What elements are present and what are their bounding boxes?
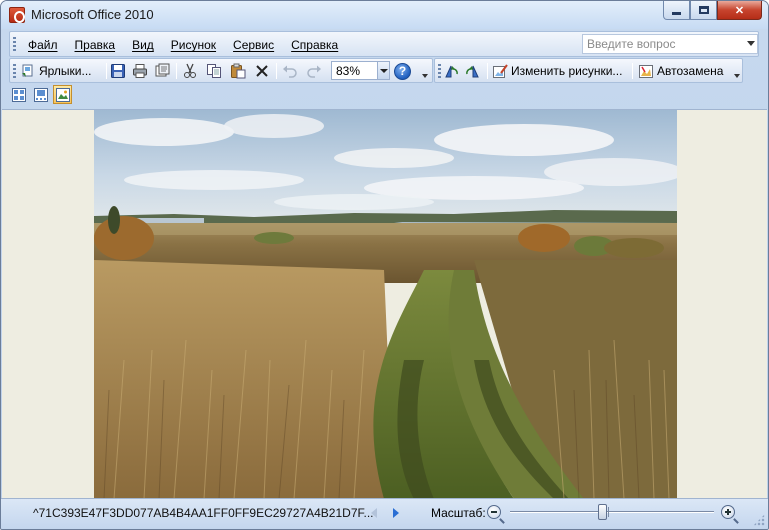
help-button[interactable]: ? <box>394 62 411 80</box>
toolbar-grip[interactable] <box>438 64 441 78</box>
minimize-button[interactable] <box>663 1 690 20</box>
status-bar: ^71C393E47F3DD077AB4B4AA1FF0FF9EC29727A4… <box>1 498 768 529</box>
ask-dropdown-icon[interactable] <box>747 41 755 46</box>
toolbar-grip[interactable] <box>13 64 16 78</box>
shortcuts-label: Ярлыки... <box>39 64 92 78</box>
picture-viewport <box>2 109 767 499</box>
print-icon <box>132 63 148 79</box>
copy-button[interactable] <box>206 62 222 80</box>
menu-picture[interactable]: Рисунок <box>171 38 216 52</box>
redo-icon <box>306 63 322 79</box>
slider-center-tick <box>608 507 609 517</box>
autocorrect-label: Автозамена <box>657 64 724 78</box>
help-icon: ? <box>394 62 411 80</box>
paste-button[interactable] <box>230 62 246 80</box>
landscape-photo[interactable] <box>94 110 677 499</box>
rotate-right-button[interactable] <box>465 62 481 80</box>
shortcuts-icon <box>20 63 36 79</box>
menu-help[interactable]: Справка <box>291 38 338 52</box>
edit-picture-icon <box>492 63 508 79</box>
save-button[interactable] <box>110 62 126 80</box>
copy-icon <box>206 63 222 79</box>
send-button[interactable] <box>154 62 170 80</box>
toolbar-separator <box>487 63 488 79</box>
window-title: Microsoft Office 2010 <box>31 7 154 22</box>
office-app-icon[interactable] <box>9 7 25 23</box>
single-picture-view-button[interactable] <box>53 85 72 104</box>
autocorrect-icon <box>638 63 654 79</box>
toolbar-grip[interactable] <box>13 37 16 51</box>
toolbar-options-chevron-icon[interactable] <box>420 62 430 82</box>
toolbar-separator <box>632 63 633 79</box>
rotate-right-icon <box>465 63 481 79</box>
close-icon: ✕ <box>734 4 745 17</box>
toolbar-separator <box>106 63 107 79</box>
filmstrip-icon <box>33 87 48 102</box>
zoom-combobox[interactable]: 83% <box>331 61 390 80</box>
toolbar-separator <box>176 63 177 79</box>
toolbar-separator <box>276 63 277 79</box>
zoom-slider[interactable] <box>510 504 714 520</box>
save-icon <box>110 63 126 79</box>
cut-icon <box>182 63 198 79</box>
delete-icon <box>254 63 270 79</box>
zoom-slider-thumb[interactable] <box>598 504 607 520</box>
previous-picture-icon[interactable] <box>371 508 377 518</box>
toolbar-options-chevron-icon[interactable] <box>732 62 742 82</box>
landscape-image <box>94 110 677 499</box>
redo-button[interactable] <box>306 62 322 80</box>
paste-icon <box>230 63 246 79</box>
shortcuts-button[interactable]: Ярлыки... <box>20 62 92 80</box>
maximize-icon <box>698 6 709 14</box>
single-picture-icon <box>55 87 70 102</box>
ask-question-input[interactable] <box>583 35 743 53</box>
undo-icon <box>282 63 298 79</box>
menu-edit[interactable]: Правка <box>75 38 116 52</box>
zoom-dropdown-icon[interactable] <box>377 62 389 79</box>
menu-bar: Файл Правка Вид Рисунок Сервис Справка <box>9 31 759 57</box>
file-name: ^71C393E47F3DD077AB4B4AA1FF0FF9EC29727A4… <box>33 506 374 520</box>
thumbnails-view-button[interactable] <box>9 85 28 104</box>
rotate-left-button[interactable] <box>443 62 459 80</box>
edit-picture-button[interactable]: Изменить рисунки... <box>492 62 622 80</box>
close-button[interactable]: ✕ <box>717 1 762 20</box>
menu-file[interactable]: Файл <box>28 38 58 52</box>
picture-toolbar: Изменить рисунки... Автозамена <box>434 58 743 83</box>
window-controls: ✕ <box>663 1 762 20</box>
send-icon <box>154 63 170 79</box>
menu-tools[interactable]: Сервис <box>233 38 274 52</box>
view-mode-toolbar <box>9 85 72 107</box>
menu-items: Файл Правка Вид Рисунок Сервис Справка <box>28 38 355 52</box>
cut-button[interactable] <box>182 62 198 80</box>
autocorrect-button[interactable]: Автозамена <box>638 62 723 80</box>
menu-view[interactable]: Вид <box>132 38 154 52</box>
thumbnails-icon <box>11 87 26 102</box>
scale-label: Масштаб: <box>431 506 486 520</box>
zoom-value: 83% <box>336 64 361 78</box>
rotate-left-icon <box>443 63 459 79</box>
app-window: Microsoft Office 2010 ✕ Файл Правка Вид … <box>0 0 769 530</box>
zoom-in-icon[interactable] <box>721 505 739 524</box>
filmstrip-view-button[interactable] <box>31 85 50 104</box>
next-picture-icon[interactable] <box>393 508 399 518</box>
minimize-icon <box>672 11 681 15</box>
maximize-button[interactable] <box>690 1 717 20</box>
title-bar[interactable]: Microsoft Office 2010 ✕ <box>1 1 768 29</box>
resize-grip[interactable] <box>753 514 765 526</box>
standard-toolbar: Ярлыки... 83% ? <box>9 58 433 83</box>
zoom-out-icon[interactable] <box>487 505 505 524</box>
edit-picture-label: Изменить рисунки... <box>511 64 623 78</box>
print-button[interactable] <box>132 62 148 80</box>
delete-button[interactable] <box>254 62 270 80</box>
undo-button[interactable] <box>282 62 298 80</box>
ask-question-box <box>582 34 758 54</box>
